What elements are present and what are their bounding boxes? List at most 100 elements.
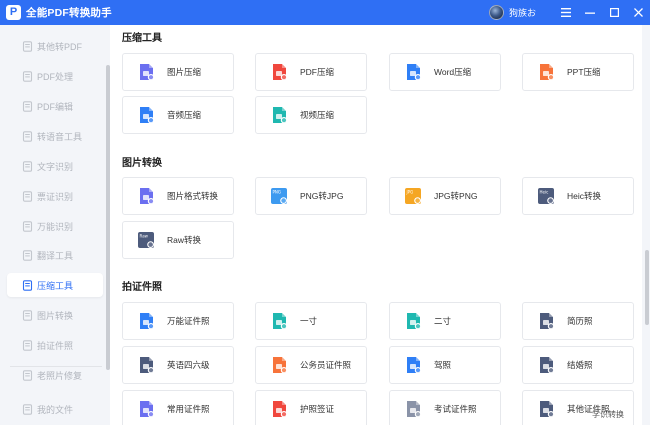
user-avatar[interactable] <box>488 5 504 20</box>
close-icon <box>633 8 643 17</box>
sidebar-item-label: 老照片修复 <box>37 370 83 381</box>
sidebar-item-12[interactable]: 我的文件 <box>7 397 103 421</box>
sidebar-item-2[interactable]: PDF编辑 <box>7 94 103 118</box>
tool-card-ppt-compress[interactable]: PPT压缩 <box>522 53 634 91</box>
image-format-icon <box>140 188 155 205</box>
sidebar-divider <box>10 366 102 367</box>
tool-card-exam-id-photo[interactable]: 考试证件照 <box>389 390 501 425</box>
tool-card-pdf-compress[interactable]: PDF压缩 <box>255 53 367 91</box>
tool-label: PPT压缩 <box>567 67 601 77</box>
tool-label: 结婚照 <box>567 360 593 370</box>
png-to-jpg-icon: PNG <box>271 188 287 204</box>
resume-photo-icon <box>540 313 555 330</box>
tool-card-image-format[interactable]: 图片格式转换 <box>122 177 234 215</box>
tool-card-cet-photo[interactable]: 英语四六级 <box>122 346 234 384</box>
my-files-icon <box>21 403 33 415</box>
tool-label: Heic转换 <box>567 191 602 201</box>
tool-card-audio-compress[interactable]: 音频压缩 <box>122 96 234 134</box>
hamburger-icon <box>561 8 571 17</box>
tool-card-video-compress[interactable]: 视频压缩 <box>255 96 367 134</box>
civil-service-photo-icon <box>273 357 288 374</box>
sidebar-item-4[interactable]: 文字识别 <box>7 154 103 178</box>
main-scrollbar[interactable] <box>645 250 649 325</box>
common-id-photo-icon <box>140 401 155 418</box>
raw-convert-icon: Raw <box>138 232 154 248</box>
section-title: 拍证件照 <box>122 282 162 293</box>
menu-button[interactable] <box>554 0 578 25</box>
sidebar-item-label: 其他转PDF <box>37 41 83 52</box>
tool-card-wedding-photo[interactable]: 结婚照 <box>522 346 634 384</box>
heic-convert-icon: Heic <box>538 188 554 204</box>
sidebar-item-label: PDF处理 <box>37 71 74 82</box>
tool-card-two-inch-photo[interactable]: 二寸 <box>389 302 501 340</box>
tool-card-word-compress[interactable]: Word压缩 <box>389 53 501 91</box>
svg-text:Raw: Raw <box>140 234 149 239</box>
sidebar-item-label: 转语音工具 <box>37 131 83 142</box>
tool-label: 护照签证 <box>300 404 335 414</box>
sidebar-item-label: PDF编辑 <box>37 101 74 112</box>
tools-panel: 压缩工具 图片压缩 PDF压缩 Word压缩 PPT压缩 音频压缩 视频压缩 图片转换 图片格式… <box>110 25 642 425</box>
audio-convert-icon <box>21 130 33 142</box>
sidebar-item-5[interactable]: 票证识别 <box>7 184 103 208</box>
audio-compress-icon <box>140 107 155 124</box>
app-logo-icon: P <box>6 5 21 20</box>
universal-recognition-icon <box>21 220 33 232</box>
ppt-compress-icon <box>540 64 555 81</box>
tool-card-driver-license-photo[interactable]: 驾照 <box>389 346 501 384</box>
id-photo-icon <box>21 339 33 351</box>
jpg-to-png-icon: JPG <box>405 188 421 204</box>
tool-label: JPG转PNG <box>434 191 478 201</box>
sidebar-item-9[interactable]: 图片转换 <box>7 303 103 327</box>
sidebar-item-label: 万能识别 <box>37 221 74 232</box>
driver-license-photo-icon <box>407 357 422 374</box>
svg-text:JPG: JPG <box>406 190 414 195</box>
close-button[interactable] <box>626 0 650 25</box>
tool-card-common-id-photo[interactable]: 常用证件照 <box>122 390 234 425</box>
file-convert-icon <box>21 40 33 52</box>
tool-label: 常用证件照 <box>167 404 210 414</box>
ticket-recognition-icon <box>21 190 33 202</box>
cet-photo-icon <box>140 357 155 374</box>
sidebar-item-0[interactable]: 其他转PDF <box>7 34 103 58</box>
sidebar-item-label: 我的文件 <box>37 404 74 415</box>
sidebar: 其他转PDF PDF处理 PDF编辑转语音工具文字识别票证识别万能识别翻译工具压缩工… <box>0 25 110 425</box>
tool-label: 视频压缩 <box>300 110 335 120</box>
tool-card-civil-service-photo[interactable]: 公务员证件照 <box>255 346 367 384</box>
tool-card-raw-convert[interactable]: Raw Raw转换 <box>122 221 234 259</box>
svg-text:PNG: PNG <box>273 190 282 195</box>
tool-card-jpg-to-png[interactable]: JPG JPG转PNG <box>389 177 501 215</box>
sidebar-item-6[interactable]: 万能识别 <box>7 214 103 238</box>
tool-card-universal-id-photo[interactable]: 万能证件照 <box>122 302 234 340</box>
app-logo-letter: P <box>9 6 18 18</box>
exam-id-photo-icon <box>407 401 422 418</box>
tool-card-png-to-jpg[interactable]: PNG PNG转JPG <box>255 177 367 215</box>
text-recognition-icon <box>21 160 33 172</box>
tool-card-heic-convert[interactable]: Heic Heic转换 <box>522 177 634 215</box>
image-convert-icon <box>21 309 33 321</box>
tool-label: 驾照 <box>434 360 452 370</box>
word-compress-icon <box>407 64 422 81</box>
tool-card-one-inch-photo[interactable]: 一寸 <box>255 302 367 340</box>
tool-label: 考试证件照 <box>434 404 477 414</box>
pdf-compress-icon <box>273 64 288 81</box>
minimize-icon <box>585 12 595 14</box>
tool-card-resume-photo[interactable]: 简历照 <box>522 302 634 340</box>
username[interactable]: 狗族お <box>509 6 536 19</box>
maximize-button[interactable] <box>602 0 626 25</box>
sidebar-item-3[interactable]: 转语音工具 <box>7 124 103 148</box>
tool-card-image-compress[interactable]: 图片压缩 <box>122 53 234 91</box>
sidebar-item-7[interactable]: 翻译工具 <box>7 243 103 267</box>
tool-label: Raw转换 <box>167 235 202 245</box>
sidebar-item-1[interactable]: PDF处理 <box>7 64 103 88</box>
tool-card-passport-visa[interactable]: 护照签证 <box>255 390 367 425</box>
photo-repair-icon <box>21 369 33 381</box>
tool-label: 图片压缩 <box>167 67 202 77</box>
tool-label: 一寸 <box>300 316 318 326</box>
svg-text:Heic: Heic <box>540 190 549 195</box>
minimize-button[interactable] <box>578 0 602 25</box>
translate-icon <box>21 249 33 261</box>
sidebar-item-10[interactable]: 拍证件照 <box>7 333 103 357</box>
tool-label: 简历照 <box>567 316 593 326</box>
tool-label: PNG转JPG <box>300 191 344 201</box>
sidebar-item-8[interactable]: 压缩工具 <box>7 273 103 297</box>
